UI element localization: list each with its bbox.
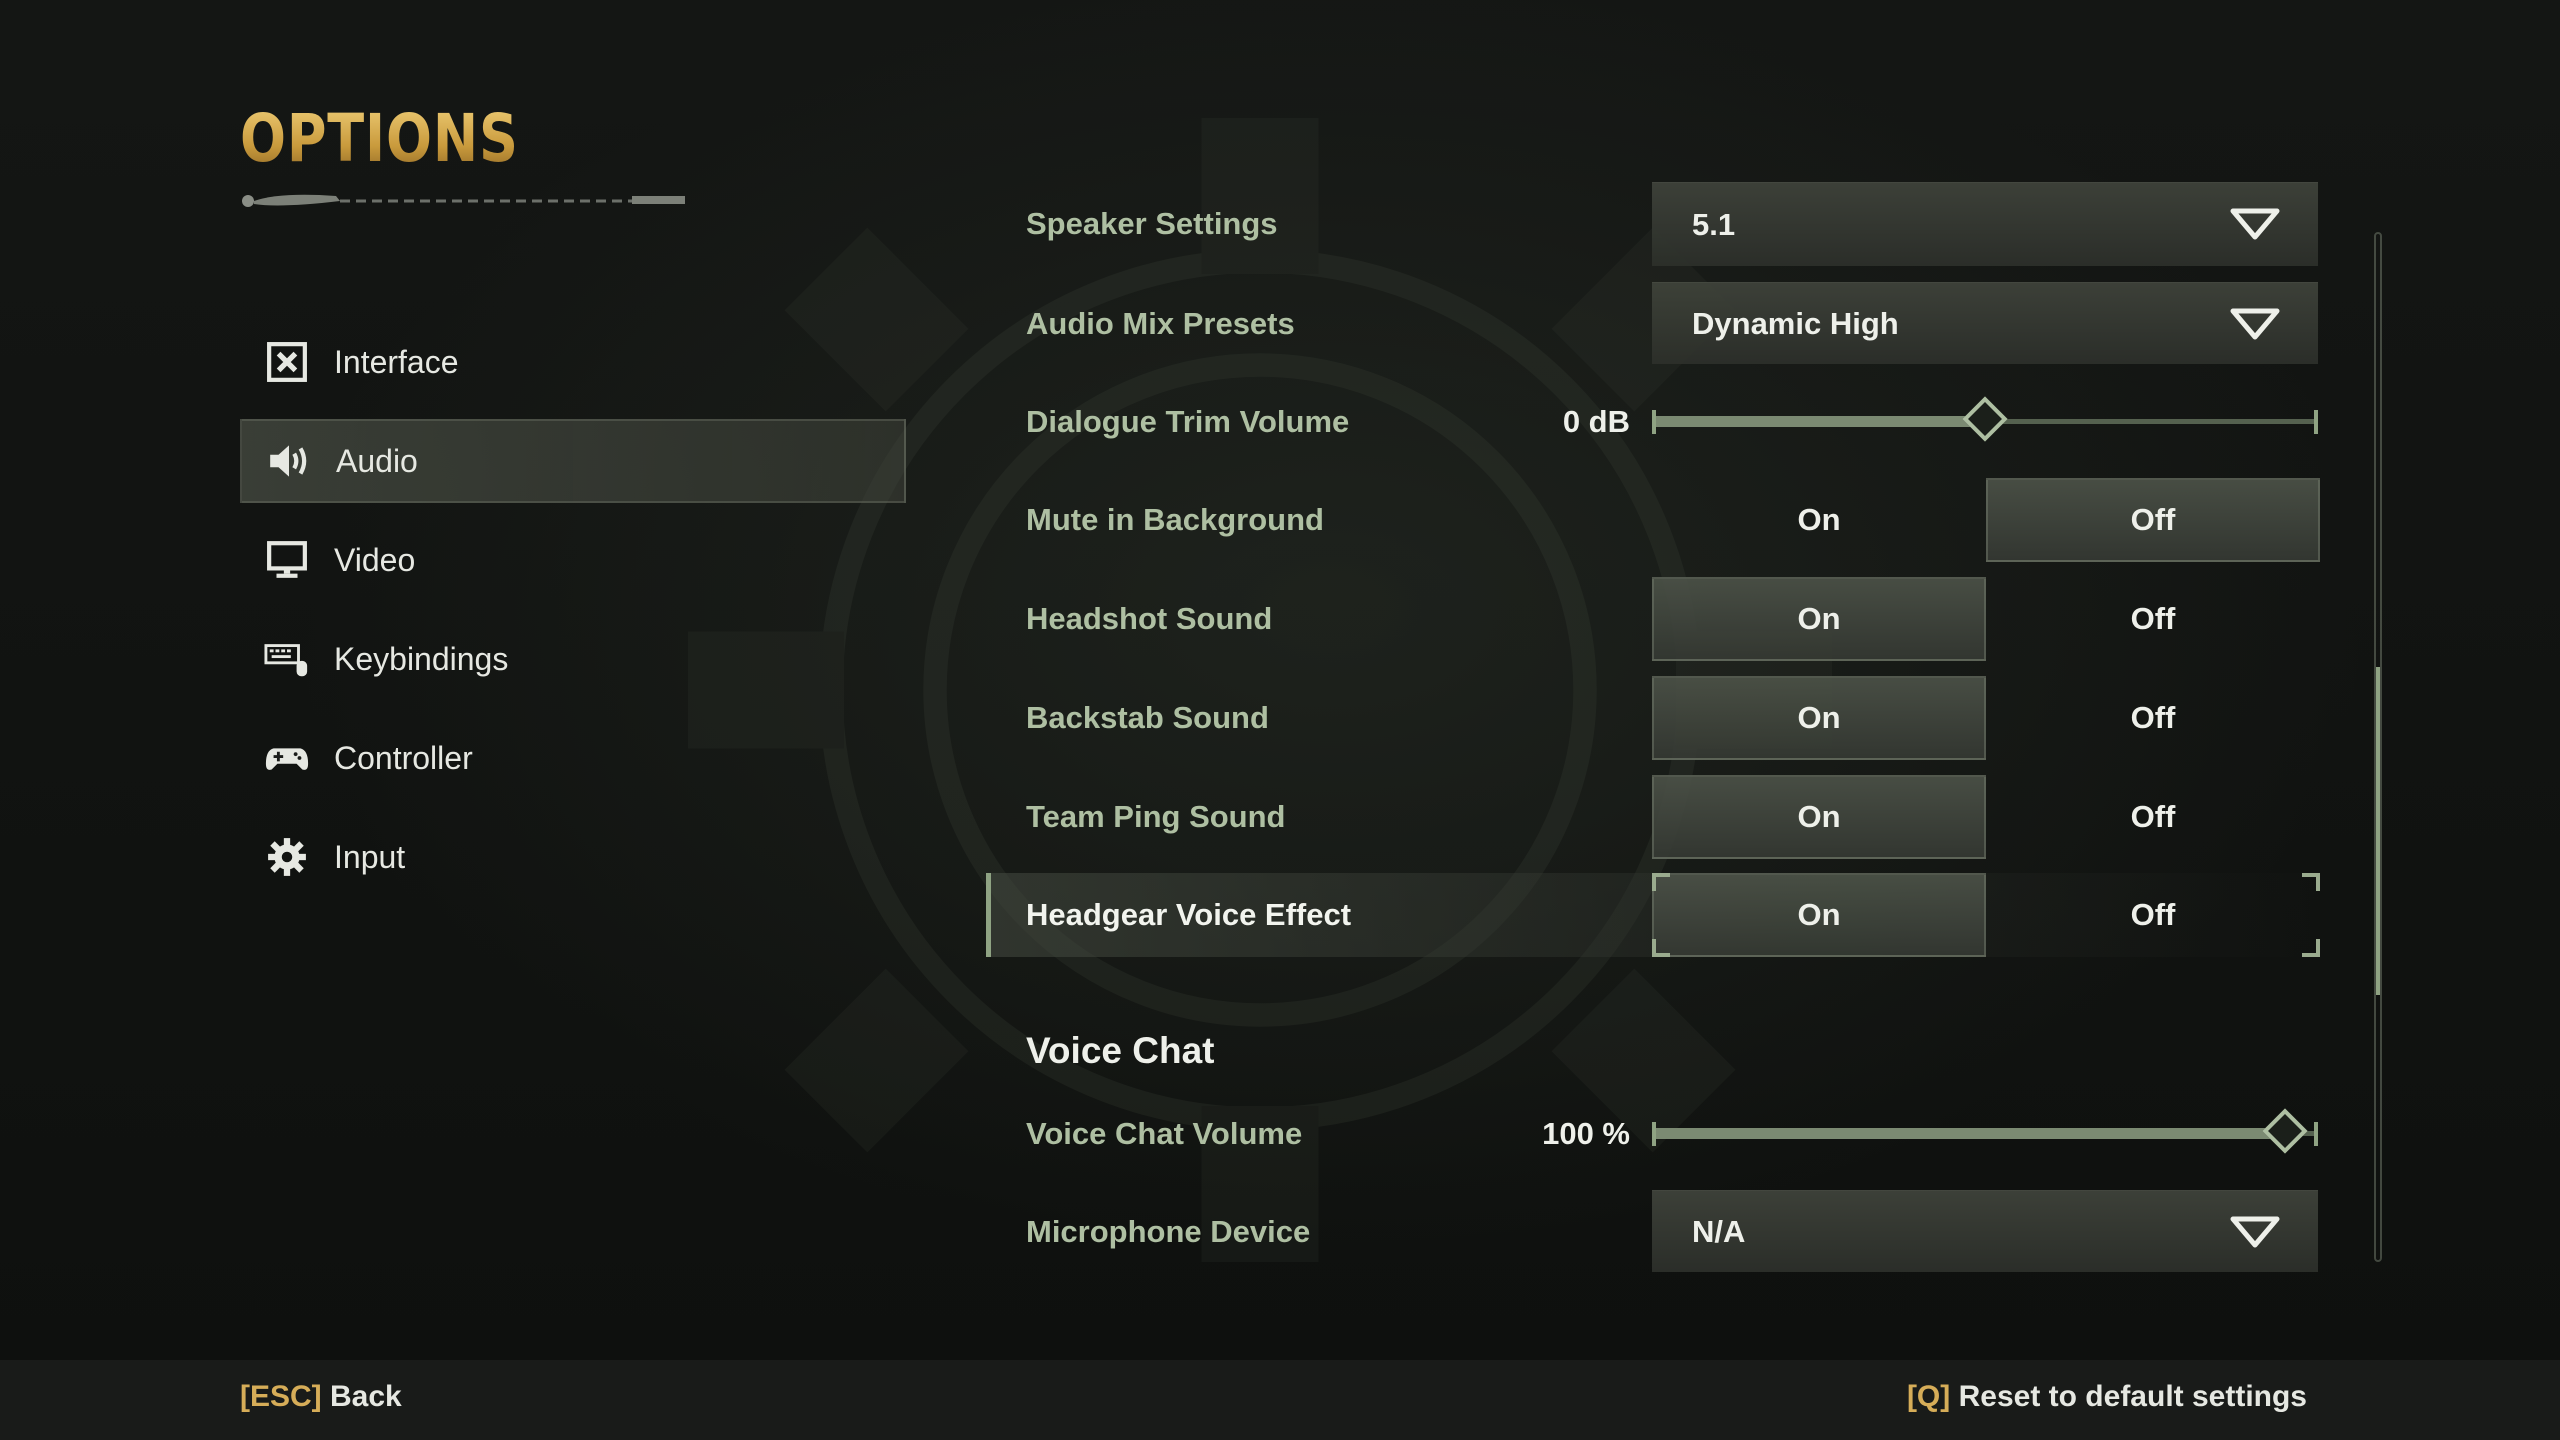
speaker-settings-dropdown[interactable]: 5.1 bbox=[1652, 182, 2318, 266]
section-title-voice-chat: Voice Chat bbox=[1026, 1030, 1215, 1071]
slider-start-cap bbox=[1652, 410, 1656, 434]
gamepad-icon bbox=[262, 736, 312, 780]
nav-item-controller[interactable]: Controller bbox=[240, 716, 906, 800]
toggle-off-button[interactable]: Off bbox=[1986, 478, 2320, 562]
chevron-down-icon bbox=[2230, 308, 2280, 340]
reset-label: Reset to default settings bbox=[1958, 1380, 2307, 1413]
slider-end-cap bbox=[2314, 1122, 2318, 1146]
speaker-icon bbox=[264, 439, 314, 483]
setting-label: Audio Mix Presets bbox=[1026, 306, 1295, 341]
toggle-off-button[interactable]: Off bbox=[1986, 577, 2320, 661]
slider-thumb[interactable] bbox=[1962, 396, 2008, 442]
audio-settings-panel: Speaker Settings 5.1 Audio Mix Presets D… bbox=[986, 0, 2326, 1360]
dropdown-value: Dynamic High bbox=[1692, 305, 1899, 341]
back-key: [ESC] bbox=[240, 1380, 322, 1413]
setting-label: Backstab Sound bbox=[1026, 700, 1269, 735]
setting-label: Team Ping Sound bbox=[1026, 799, 1286, 834]
monitor-icon bbox=[262, 538, 312, 582]
setting-row-headgear-voice-effect[interactable]: Headgear Voice Effect On Off bbox=[986, 873, 2325, 957]
options-nav: Interface Audio Video Keybindings Contro… bbox=[240, 320, 906, 914]
toggle-off-button[interactable]: Off bbox=[1986, 775, 2320, 859]
options-screen: OPTIONS Interface Audio Video Keybinding… bbox=[0, 0, 2560, 1440]
nav-item-label: Video bbox=[334, 541, 416, 578]
toggle-on-button[interactable]: On bbox=[1652, 676, 1986, 760]
setting-label: Headgear Voice Effect bbox=[1026, 897, 1352, 932]
interface-icon bbox=[262, 340, 312, 384]
nav-item-label: Keybindings bbox=[334, 640, 509, 677]
slider-value: 100 % bbox=[1542, 1116, 1630, 1151]
settings-scrollbar[interactable] bbox=[2374, 232, 2382, 1262]
page-title: OPTIONS bbox=[240, 100, 519, 177]
reset-key: [Q] bbox=[1906, 1380, 1951, 1413]
nav-item-label: Interface bbox=[334, 343, 459, 380]
setting-row-speaker-settings: Speaker Settings 5.1 bbox=[986, 182, 2320, 266]
setting-row-dialogue-trim-volume: Dialogue Trim Volume 0 dB bbox=[986, 380, 2320, 464]
setting-row-microphone-device: Microphone Device N/A bbox=[986, 1190, 2320, 1274]
nav-item-video[interactable]: Video bbox=[240, 518, 906, 602]
footer-bar: [ESC] Back [Q] Reset to default settings bbox=[0, 1360, 2560, 1440]
voice-chat-volume-slider[interactable] bbox=[1652, 1108, 2318, 1154]
slider-end-cap bbox=[2314, 410, 2318, 434]
setting-label: Headshot Sound bbox=[1026, 601, 1273, 636]
keyboard-mouse-icon bbox=[262, 637, 312, 681]
toggle-on-button[interactable]: On bbox=[1652, 577, 1986, 661]
toggle-off-button[interactable]: Off bbox=[1986, 676, 2320, 760]
toggle-on-button[interactable]: On bbox=[1652, 775, 1986, 859]
slider-thumb[interactable] bbox=[2262, 1108, 2308, 1154]
dialogue-trim-volume-slider[interactable] bbox=[1652, 396, 2318, 442]
setting-label: Speaker Settings bbox=[1026, 206, 1278, 241]
chevron-down-icon bbox=[2230, 208, 2280, 240]
nav-item-input[interactable]: Input bbox=[240, 815, 906, 899]
setting-label: Voice Chat Volume bbox=[1026, 1116, 1303, 1151]
reset-hint[interactable]: [Q] Reset to default settings bbox=[1907, 1380, 2307, 1414]
setting-label: Dialogue Trim Volume bbox=[1026, 404, 1350, 439]
setting-label: Microphone Device bbox=[1026, 1214, 1311, 1249]
nav-item-keybindings[interactable]: Keybindings bbox=[240, 617, 906, 701]
slider-value: 0 dB bbox=[1562, 404, 1630, 439]
setting-row-backstab-sound: Backstab Sound On Off bbox=[986, 676, 2320, 760]
toggle-on-button[interactable]: On bbox=[1652, 873, 1986, 957]
setting-row-voice-chat-volume: Voice Chat Volume 100 % bbox=[986, 1092, 2320, 1176]
back-hint[interactable]: [ESC] Back bbox=[240, 1380, 402, 1414]
nav-item-label: Controller bbox=[334, 739, 473, 776]
microphone-device-dropdown[interactable]: N/A bbox=[1652, 1190, 2318, 1272]
toggle-on-button[interactable]: On bbox=[1652, 478, 1986, 562]
dropdown-value: N/A bbox=[1692, 1213, 1746, 1249]
audio-mix-presets-dropdown[interactable]: Dynamic High bbox=[1652, 282, 2318, 364]
slider-fill bbox=[1652, 416, 1985, 427]
setting-row-team-ping-sound: Team Ping Sound On Off bbox=[986, 775, 2320, 859]
setting-label: Mute in Background bbox=[1026, 502, 1324, 537]
toggle-off-button[interactable]: Off bbox=[1986, 873, 2320, 957]
setting-row-mute-in-background: Mute in Background On Off bbox=[986, 478, 2320, 562]
back-label: Back bbox=[330, 1380, 402, 1413]
slider-fill bbox=[1652, 1128, 2285, 1139]
nav-item-interface[interactable]: Interface bbox=[240, 320, 906, 404]
scrollbar-thumb[interactable] bbox=[2376, 667, 2380, 995]
chevron-down-icon bbox=[2230, 1216, 2280, 1248]
setting-row-headshot-sound: Headshot Sound On Off bbox=[986, 577, 2320, 661]
title-divider-ornament bbox=[242, 194, 685, 207]
slider-start-cap bbox=[1652, 1122, 1656, 1146]
nav-item-audio[interactable]: Audio bbox=[240, 419, 906, 503]
dropdown-value: 5.1 bbox=[1692, 206, 1736, 242]
setting-row-audio-mix-presets: Audio Mix Presets Dynamic High bbox=[986, 282, 2320, 366]
nav-item-label: Audio bbox=[336, 442, 418, 479]
gear-icon bbox=[262, 835, 312, 879]
nav-item-label: Input bbox=[334, 838, 406, 875]
